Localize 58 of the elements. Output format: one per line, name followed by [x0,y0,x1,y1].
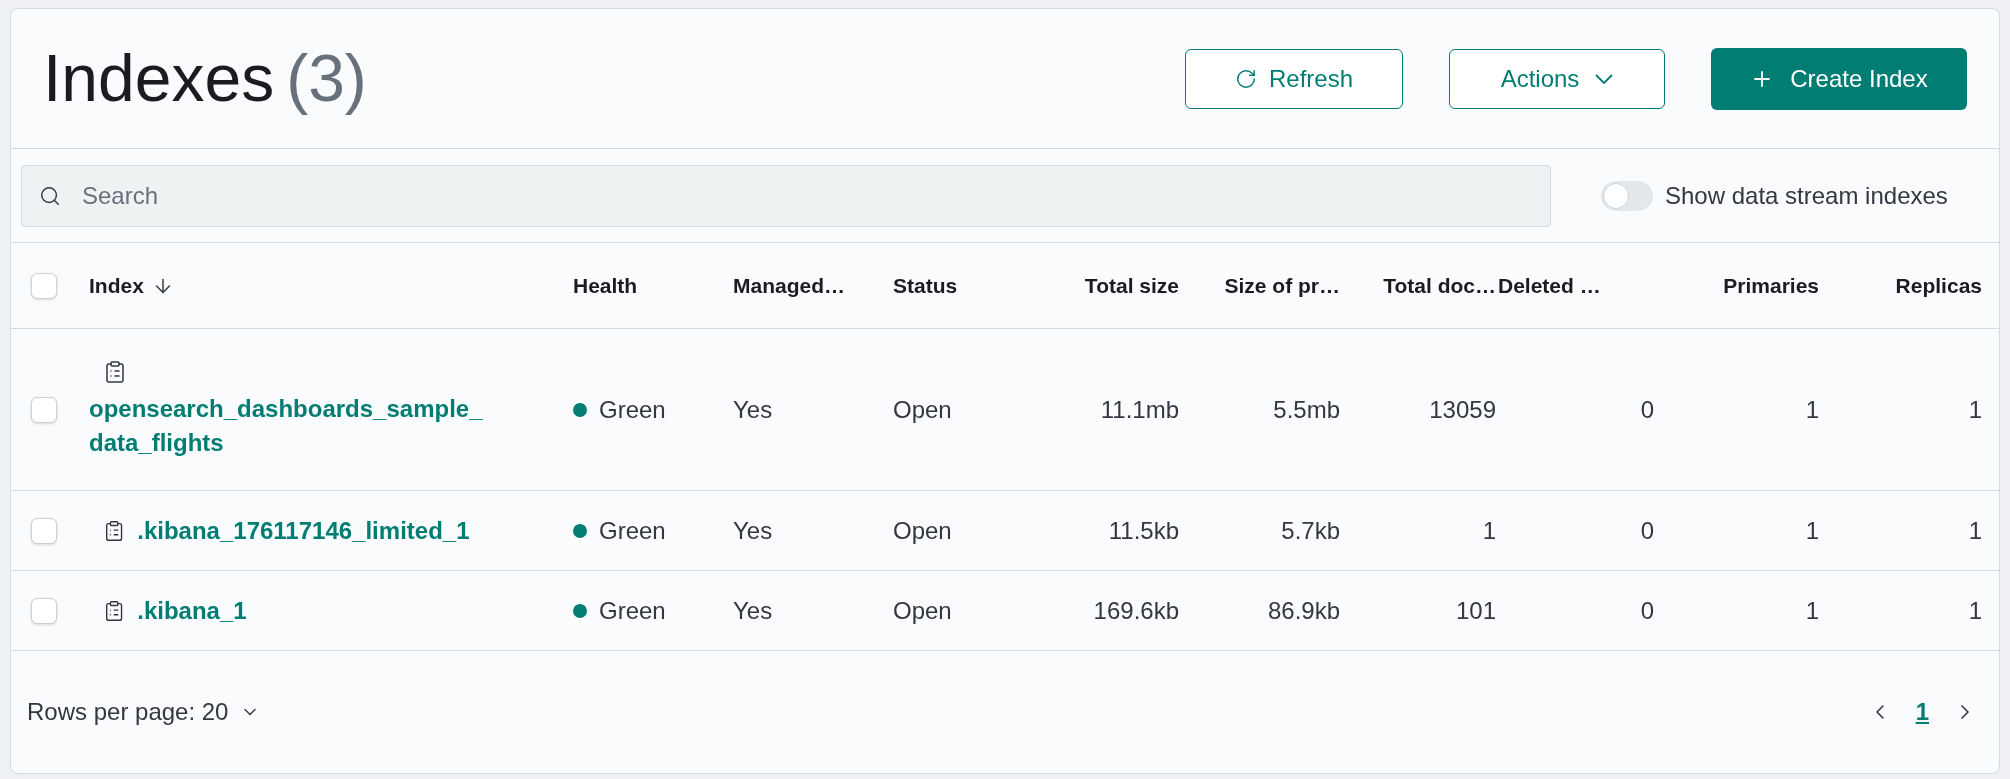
table-cell-text: 0 [1640,394,1654,425]
table-cell: Yes [733,395,773,423]
refresh-icon [1234,67,1257,90]
table-cell-text: 13059 [1429,394,1496,425]
table-cell-text: 1 [1482,515,1496,546]
table-cell-text: Green [599,595,666,626]
search-field[interactable]: Search [21,164,1551,227]
table-cell-text: Green [599,394,666,425]
search-icon [39,184,61,207]
table-cell-text: 11.1mb [1100,394,1179,425]
table-cell-text: 169.6kb [1093,595,1179,626]
column-header[interactable]: Total size [1084,269,1179,302]
column-header[interactable]: Deleted … [1498,269,1601,302]
table-cell: Open [893,395,952,423]
column-header[interactable]: Primaries [1723,269,1819,302]
checkbox[interactable] [31,517,57,544]
table-cell-text: 11.5kb [1108,515,1179,546]
column-header[interactable]: Total doc… [1383,269,1496,302]
actions-button[interactable]: Actions [1449,48,1665,109]
clipboard-icon[interactable] [103,359,127,384]
table-cell-text: 1 [1805,515,1819,546]
table-cell-text: 5.5mb [1273,394,1340,425]
column-header[interactable]: Size of pr… [1224,269,1340,302]
table-cell-text: 0 [1640,515,1654,546]
table-cell-text: 1 [1805,595,1819,626]
page-title: Indexes [43,40,275,117]
index-link[interactable]: .kibana_176117146_limited_1 [137,513,573,548]
table-cell-text: 1 [1968,515,1982,546]
table-cell: Open [893,516,952,544]
index-link[interactable]: .kibana_1 [137,593,573,628]
index-link[interactable]: opensearch_dashboards_sample_ data_flights [89,391,559,460]
page-link[interactable]: 1 [1915,694,1929,730]
table-cell-text: 1 [1968,595,1982,626]
table-cell-text: 5.7kb [1281,515,1340,546]
table-cell-text: 1 [1805,394,1819,425]
column-header[interactable]: Managed… [733,269,845,302]
refresh-button[interactable]: Refresh [1185,48,1403,109]
checkbox[interactable] [31,396,57,423]
checkbox[interactable] [31,597,57,624]
index-count: (3) [286,40,367,117]
rows-per-page-button[interactable]: Rows per page: 20 [27,694,261,730]
table-cell-text: 101 [1455,595,1496,626]
table-cell-text: 0 [1640,595,1654,626]
column-header[interactable]: Index [89,269,144,302]
table-cell-text: 86.9kb [1267,595,1340,626]
column-header[interactable]: Replicas [1895,269,1982,302]
column-header[interactable]: Status [893,269,958,302]
create-index-button[interactable]: Create Index [1711,47,1967,110]
toggle-label: Show data stream indexes [1665,180,1948,211]
checkbox[interactable] [31,272,57,299]
table-cell: Yes [733,516,773,544]
table-cell-text: 1 [1968,394,1982,425]
toggle-switch[interactable] [1601,180,1653,211]
column-header[interactable]: Health [573,269,638,302]
table-cell: Yes [733,596,773,624]
caret-icon [1595,73,1614,84]
table-cell: Open [893,596,952,624]
table-cell-text: Green [599,515,666,546]
